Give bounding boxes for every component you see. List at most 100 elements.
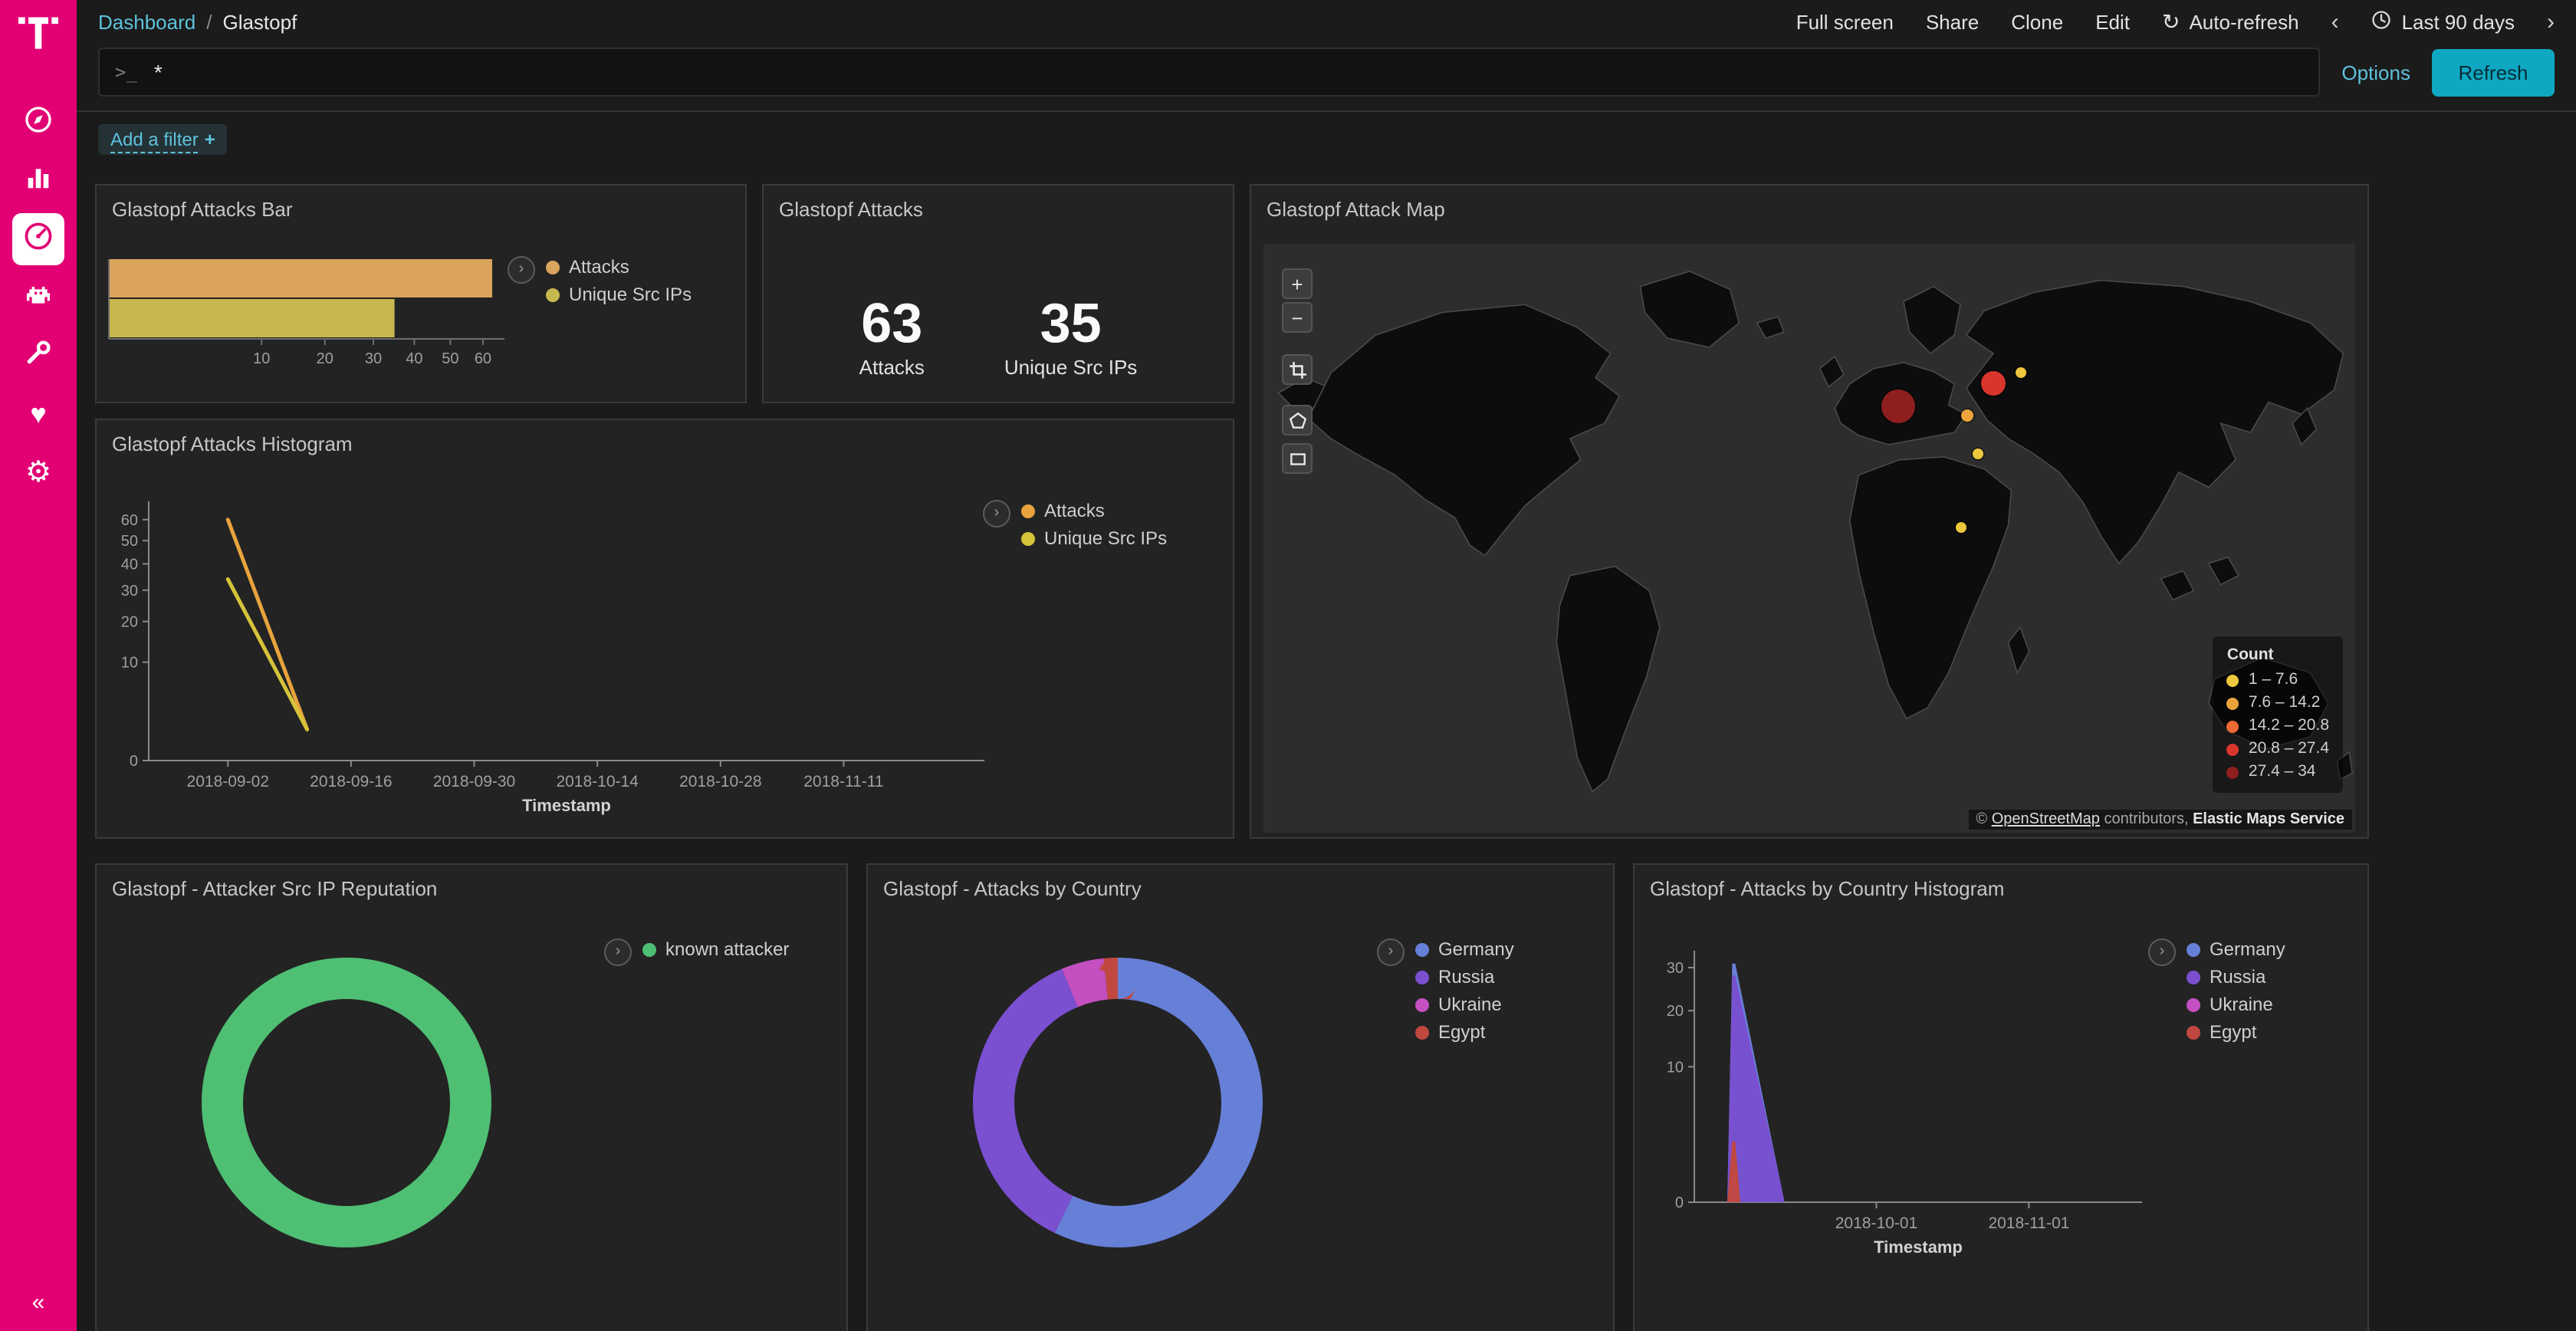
map-markers-layer (1263, 244, 2355, 833)
legend-item[interactable]: known attacker (642, 938, 789, 960)
reputation-donut-chart[interactable] (178, 934, 515, 1271)
breadcrumb-dashboard-link[interactable]: Dashboard (98, 10, 196, 33)
svg-text:10: 10 (253, 350, 270, 367)
attacks-histogram-chart[interactable]: 01020304050602018-09-022018-09-162018-09… (106, 481, 1044, 831)
attacks-by-country-donut-chart[interactable] (949, 934, 1286, 1271)
refresh-button[interactable]: Refresh (2432, 48, 2555, 96)
plus-icon: + (205, 129, 215, 150)
panel-attacker-src-ip-reputation: Glastopf - Attacker Src IP Reputation ›k… (95, 863, 848, 1331)
auto-refresh-button[interactable]: ↻ Auto-refresh (2162, 8, 2299, 35)
legend-label: Ukraine (1438, 994, 1502, 1015)
map-marker[interactable] (1956, 522, 1967, 533)
full-screen-button[interactable]: Full screen (1796, 10, 1894, 33)
map-legend-row: 27.4 – 34 (2227, 761, 2329, 784)
map-legend-row: 7.6 – 14.2 (2227, 692, 2329, 715)
rectangle-icon (1287, 449, 1307, 468)
legend-item[interactable]: Germany (1415, 938, 1514, 960)
legend-toggle-icon[interactable]: › (2148, 938, 2176, 966)
clone-button[interactable]: Clone (2011, 10, 2063, 33)
rectangle-tool-button[interactable] (1282, 443, 1313, 474)
query-prompt-icon: >_ (115, 61, 137, 83)
contributors-text: contributors, (2100, 811, 2193, 828)
legend-color-dot (2187, 942, 2200, 956)
sidebar-item-monitoring[interactable]: ♥ (12, 388, 64, 440)
svg-text:2018-10-14: 2018-10-14 (556, 773, 639, 790)
legend-item[interactable]: Russia (1415, 966, 1514, 988)
svg-text:50: 50 (442, 350, 458, 367)
time-back-button[interactable]: ‹ (2331, 8, 2339, 35)
openstreetmap-link[interactable]: OpenStreetMap (1992, 811, 2100, 828)
svg-text:2018-10-01: 2018-10-01 (1835, 1214, 1917, 1232)
metric-attacks: 63 Attacks (859, 294, 925, 379)
legend-item[interactable]: Ukraine (1415, 994, 1514, 1015)
legend-toggle-icon[interactable]: › (1377, 938, 1405, 966)
zoom-in-button[interactable]: + (1282, 268, 1313, 299)
legend-items: known attacker (642, 938, 789, 966)
attacks-bar-chart[interactable]: 102030405060 (103, 247, 578, 385)
crop-tool-button[interactable] (1282, 354, 1313, 385)
panel-attacks-by-country: Glastopf - Attacks by Country › Germany Ru… (866, 863, 1615, 1331)
legend-label: Egypt (2210, 1021, 2256, 1043)
query-options-link[interactable]: Options (2341, 61, 2410, 84)
map-marker[interactable] (1960, 409, 1973, 422)
legend-toggle-icon[interactable]: › (983, 500, 1010, 527)
sidebar-item-management[interactable]: ⚙ (12, 446, 64, 498)
map-marker[interactable] (1882, 389, 1916, 423)
legend-item[interactable]: Unique Src IPs (546, 284, 692, 305)
edit-button[interactable]: Edit (2095, 10, 2130, 33)
elastic-maps-service-link[interactable]: Elastic Maps Service (2193, 811, 2344, 828)
dashboard-grid: Glastopf Attacks Bar 102030405060 › Attac… (77, 172, 2576, 1331)
legend-toggle-icon[interactable]: › (604, 938, 632, 966)
attack-map[interactable]: + − (1263, 244, 2355, 833)
legend-toggle-icon[interactable]: › (508, 256, 535, 284)
legend-item[interactable]: Attacks (1021, 500, 1167, 521)
time-forward-button[interactable]: › (2547, 8, 2555, 35)
legend-item[interactable]: Unique Src IPs (1021, 527, 1167, 549)
sidebar-item-discover[interactable] (12, 97, 64, 149)
svg-text:20: 20 (1667, 1003, 1684, 1020)
panel-title: Glastopf Attacks (764, 186, 1233, 221)
legend-item[interactable]: Egypt (1415, 1021, 1514, 1043)
svg-text:2018-11-01: 2018-11-01 (1988, 1214, 2069, 1232)
add-filter-button[interactable]: Add a filter+ (98, 124, 228, 155)
sidebar-item-dev-tools[interactable] (12, 330, 64, 382)
sidebar-collapse-icon[interactable]: « (32, 1290, 45, 1316)
search-query-input[interactable]: >_ * (98, 48, 2320, 97)
legend-item[interactable]: Ukraine (2187, 994, 2285, 1015)
map-legend-row: 20.8 – 27.4 (2227, 738, 2329, 761)
map-marker[interactable] (2016, 366, 2026, 377)
discover-compass-icon (23, 104, 54, 142)
map-marker[interactable] (1980, 372, 2005, 396)
sidebar-item-dashboard[interactable] (12, 213, 64, 265)
legend-label: Attacks (569, 256, 629, 278)
gear-icon: ⚙ (25, 455, 51, 490)
panel-glastopf-attacks-metric: Glastopf Attacks 63 Attacks 35 Unique Sr… (762, 184, 1234, 403)
panel-title: Glastopf Attack Map (1251, 186, 2367, 221)
legend-item[interactable]: Russia (2187, 966, 2285, 988)
attacks-by-country-histogram-chart[interactable]: 01020302018-10-012018-11-01Timestamp (1644, 926, 2199, 1331)
svg-text:40: 40 (121, 556, 138, 573)
legend-label: Russia (1438, 966, 1494, 988)
share-button[interactable]: Share (1926, 10, 1979, 33)
legend-item[interactable]: Attacks (546, 256, 692, 278)
map-legend-row: 1 – 7.6 (2227, 669, 2329, 692)
metric-label: Unique Src IPs (1004, 356, 1137, 379)
legend-color-dot (546, 260, 560, 274)
svg-text:2018-09-30: 2018-09-30 (433, 773, 515, 790)
svg-text:60: 60 (121, 512, 138, 529)
map-legend-row: 14.2 – 20.8 (2227, 715, 2329, 738)
panel-title: Glastopf - Attacks by Country (868, 865, 1613, 900)
polygon-tool-button[interactable] (1282, 405, 1313, 435)
panel-title: Glastopf Attacks Bar (97, 186, 745, 221)
legend-label: known attacker (665, 938, 789, 960)
bar-chart-icon (23, 162, 54, 200)
legend-color-dot (2187, 1025, 2200, 1039)
zoom-out-button[interactable]: − (1282, 302, 1313, 333)
legend-item[interactable]: Egypt (2187, 1021, 2285, 1043)
time-range-button[interactable]: Last 90 days (2371, 8, 2515, 35)
map-count-legend: Count 1 – 7.67.6 – 14.214.2 – 20.820.8 –… (2213, 636, 2343, 793)
sidebar-item-honeypot[interactable] (12, 271, 64, 324)
sidebar-item-visualize[interactable] (12, 155, 64, 207)
legend-item[interactable]: Germany (2187, 938, 2285, 960)
map-marker[interactable] (1972, 448, 1983, 458)
